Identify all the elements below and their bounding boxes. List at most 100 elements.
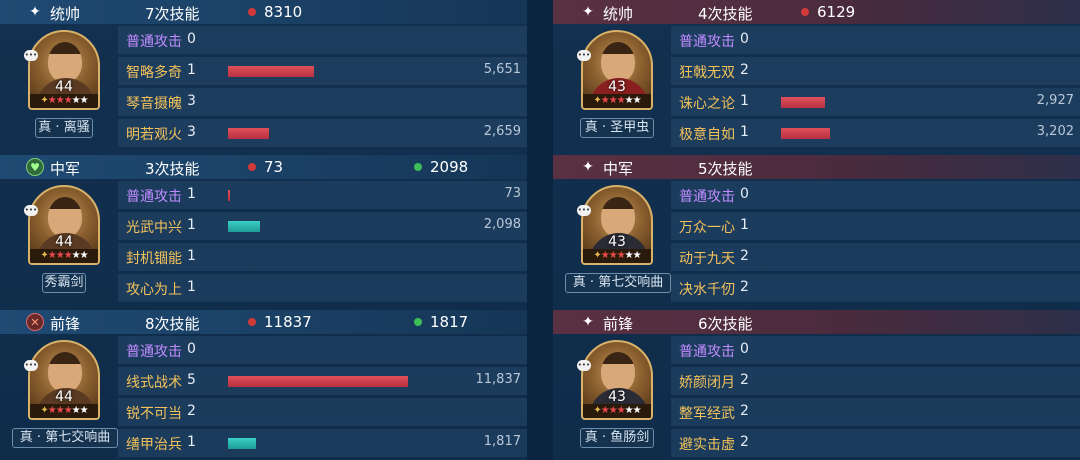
hero-portrait[interactable]: 44 ✦★★★★★ [28, 340, 100, 420]
panel-divider [527, 0, 553, 460]
section-header: ✕ 前锋 8次技能 11837 1817 [0, 310, 527, 334]
skill-count: 6次技能 [698, 315, 753, 333]
skill-cast-count: 2 [187, 403, 196, 419]
skill-name: 普通攻击 [126, 344, 182, 360]
skill-row: 诛心之论 1 2,927 [671, 88, 1080, 116]
skill-row: 智略多奇 1 5,651 [118, 57, 527, 85]
hero-portrait[interactable]: 43 ✦★★★★★ [581, 30, 653, 110]
skill-row: 避实击虚 2 [671, 429, 1080, 457]
skill-total-value: 73 [504, 186, 521, 201]
section-header: ✦ 前锋 6次技能 [553, 310, 1080, 334]
role-label: 统帅 [603, 5, 634, 23]
skill-total-value: 1,817 [483, 434, 521, 449]
skill-cast-count: 1 [187, 62, 196, 78]
hero-portrait[interactable]: 43 ✦★★★★★ [581, 185, 653, 265]
skill-row: 明若观火 3 2,659 [118, 119, 527, 147]
skill-cast-count: 1 [740, 93, 749, 109]
skill-cast-count: 2 [740, 403, 749, 419]
skill-row: 普通攻击 0 [118, 26, 527, 54]
skill-name: 缮甲治兵 [126, 437, 182, 453]
role-star-icon: ✦ [582, 4, 594, 20]
heal-dot-icon [414, 318, 422, 326]
damage-dot-icon [248, 318, 256, 326]
skill-cast-count: 0 [740, 341, 749, 357]
skill-row: 整军经武 2 [671, 398, 1080, 426]
weapon-label[interactable]: 真 · 第七交响曲 [565, 273, 671, 293]
skill-cast-count: 0 [740, 186, 749, 202]
skill-total-value: 2,659 [483, 124, 521, 139]
skill-name: 整军经武 [679, 406, 735, 422]
skill-count: 7次技能 [145, 5, 200, 23]
skill-name: 智略多奇 [126, 65, 182, 81]
right-team-panel: ✦ 统帅 4次技能 6129 43 ✦★★★★★ ••• 真 · 圣甲虫 普通攻击 0 狂戟无双 2 诛… [553, 0, 1080, 460]
chat-bubble-icon: ••• [577, 205, 591, 216]
skill-name: 线式战术 [126, 375, 182, 391]
skill-cast-count: 0 [187, 31, 196, 47]
role-label: 统帅 [50, 5, 81, 23]
squad-section-0: ✦ 统帅 4次技能 6129 43 ✦★★★★★ ••• 真 · 圣甲虫 普通攻击 0 狂戟无双 2 诛… [553, 0, 1080, 155]
skill-row: 光武中兴 1 2,098 [118, 212, 527, 240]
skill-total-value: 5,651 [483, 62, 521, 77]
skill-cast-count: 2 [740, 372, 749, 388]
skill-cast-count: 2 [740, 434, 749, 450]
skill-count: 3次技能 [145, 160, 200, 178]
skill-row: 普通攻击 0 [118, 336, 527, 364]
hero-stars-icon: ✦★★★★★ [583, 94, 651, 108]
skill-name: 普通攻击 [679, 34, 735, 50]
skill-list: 普通攻击 0 智略多奇 1 5,651 琴音摄魄 3 明若观火 3 2,659 [118, 24, 527, 152]
heal-bar [228, 438, 256, 449]
skill-name: 普通攻击 [679, 189, 735, 205]
weapon-label[interactable]: 真 · 第七交响曲 [12, 428, 118, 448]
weapon-label[interactable]: 真 · 鱼肠剑 [580, 428, 654, 448]
damage-bar [228, 66, 314, 77]
squad-section-2: ✕ 前锋 8次技能 11837 1817 44 ✦★★★★★ ••• 真 · 第七交响曲 普通攻击… [0, 310, 527, 460]
hero-face [601, 42, 635, 82]
hero-portrait[interactable]: 44 ✦★★★★★ [28, 185, 100, 265]
skill-cast-count: 1 [740, 217, 749, 233]
skill-name: 锐不可当 [126, 406, 182, 422]
hero-stars-icon: ✦★★★★★ [583, 249, 651, 263]
hero-level: 44 [55, 79, 73, 95]
damage-value: 73 [264, 158, 284, 176]
weapon-label[interactable]: 真 · 离骚 [35, 118, 93, 138]
crossed-swords-icon: ✕ [26, 313, 44, 331]
heal-stat: 2098 [414, 158, 468, 176]
hero-face [601, 352, 635, 392]
skill-cast-count: 3 [187, 124, 196, 140]
role-star-icon: ✦ [582, 314, 594, 330]
skill-count: 4次技能 [698, 5, 753, 23]
damage-bar [781, 128, 830, 139]
skill-name: 娇颜闭月 [679, 375, 735, 391]
hero-portrait[interactable]: 44 ✦★★★★★ [28, 30, 100, 110]
damage-value: 6129 [817, 3, 856, 21]
skill-name: 攻心为上 [126, 282, 182, 298]
role-star-icon: ✦ [582, 159, 594, 175]
hero-face [48, 197, 82, 237]
skill-row: 封机锢能 1 [118, 243, 527, 271]
damage-value: 8310 [264, 3, 303, 21]
heal-stat: 1817 [414, 313, 468, 331]
role-label: 前锋 [50, 315, 81, 333]
skill-name: 诛心之论 [679, 96, 735, 112]
skill-cast-count: 5 [187, 372, 196, 388]
weapon-label[interactable]: 真 · 圣甲虫 [580, 118, 654, 138]
skill-cast-count: 2 [740, 62, 749, 78]
heal-value: 1817 [430, 313, 469, 331]
skill-row: 万众一心 1 [671, 212, 1080, 240]
hero-face [48, 42, 82, 82]
skill-list: 普通攻击 0 万众一心 1 动于九天 2 决水千仞 2 [671, 179, 1080, 307]
hero-stars-icon: ✦★★★★★ [30, 404, 98, 418]
weapon-label[interactable]: 秀霸剑 [42, 273, 86, 293]
damage-stat: 8310 [248, 3, 302, 21]
hero-portrait[interactable]: 43 ✦★★★★★ [581, 340, 653, 420]
skill-total-value: 2,098 [483, 217, 521, 232]
hero-level: 43 [608, 389, 626, 405]
chat-bubble-icon: ••• [24, 50, 38, 61]
damage-dot-icon [248, 8, 256, 16]
skill-name: 普通攻击 [126, 189, 182, 205]
hero-level: 43 [608, 234, 626, 250]
squad-section-1: ♥ 中军 3次技能 73 2098 44 ✦★★★★★ ••• 秀霸剑 普通攻击 1 73 光武中兴 1 2… [0, 155, 527, 310]
heal-dot-icon [414, 163, 422, 171]
damage-stat: 11837 [248, 313, 312, 331]
damage-dot-icon [801, 8, 809, 16]
